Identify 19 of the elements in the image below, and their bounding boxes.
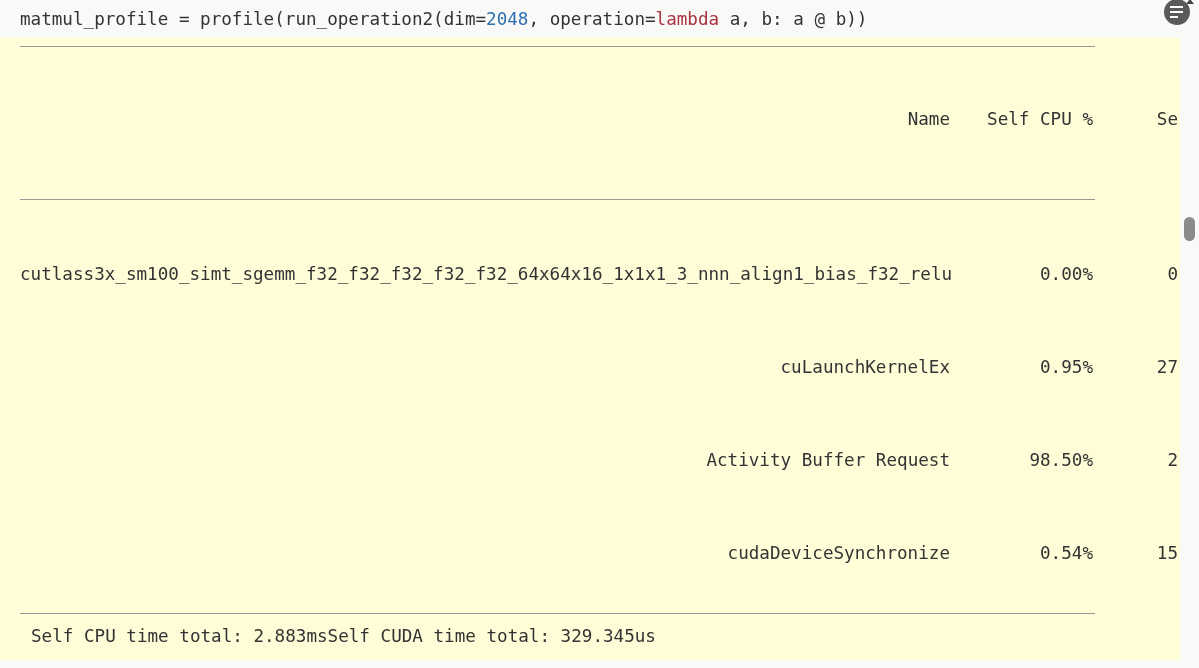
column-header: Se <box>1155 109 1178 129</box>
table-cell-text: cuLaunchKernelEx <box>779 356 950 377</box>
column-header: Self CPU % <box>986 109 1093 129</box>
table-cell-text: 0 <box>1166 263 1178 284</box>
table-cell-text: 0.54% <box>1039 542 1093 563</box>
table-cell-text: 15 <box>1155 542 1178 563</box>
table-cell-text: cutlass3x_sm100_simt_sgemm_f32_f32_f32_f32_f32_64x64x16_1x1x1_3_nnn_align1_bias_f32_relu <box>20 263 954 284</box>
table-cell-text: cudaDeviceSynchronize <box>726 542 950 563</box>
table-cell-text: 0.95% <box>1039 356 1093 377</box>
column-header: Name <box>906 109 950 129</box>
table-cell-text: Activity Buffer Request <box>705 449 950 470</box>
code-line: matmul_profile = profile(run_operation2(dim=2048, operation=lambda a, b: a @ b)) <box>20 8 868 31</box>
scrollbar-thumb[interactable] <box>1184 217 1195 241</box>
table-cell-text: 2 <box>1166 449 1178 470</box>
menu-icon[interactable] <box>1164 0 1194 25</box>
table-cell-text: 98.50% <box>1028 449 1093 470</box>
table-cell-text: 0.00% <box>1039 263 1093 284</box>
summary-text: Self CPU time total: 2.883msSelf CUDA time total: 329.345us <box>30 625 657 646</box>
table-cell-text: 27 <box>1155 356 1178 377</box>
